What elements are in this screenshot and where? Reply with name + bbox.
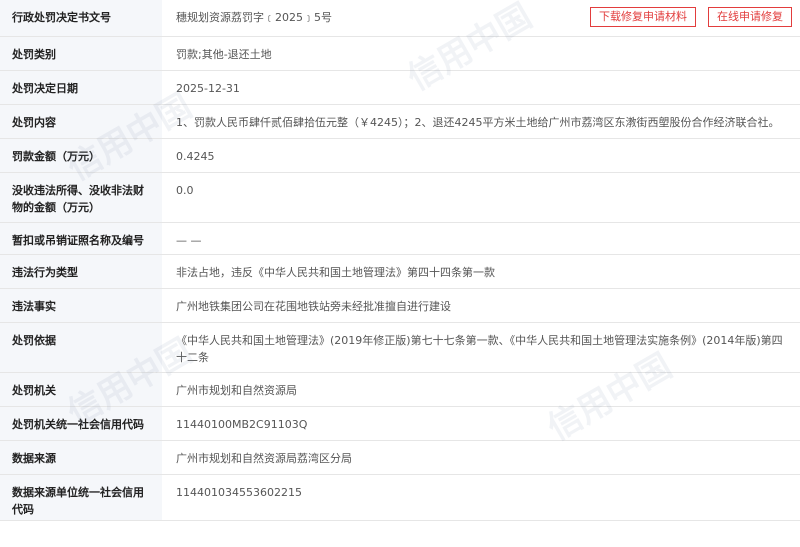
- label-data-source: 数据来源: [0, 440, 162, 475]
- row-data-source: 数据来源 广州市规划和自然资源局荔湾区分局: [0, 440, 800, 475]
- label-decision-date: 处罚决定日期: [0, 70, 162, 105]
- label-penalty-authority: 处罚机关: [0, 372, 162, 407]
- label-confiscation-amount: 没收违法所得、没收非法财物的金额（万元）: [0, 172, 162, 223]
- label-penalty-category: 处罚类别: [0, 36, 162, 71]
- value-license-revocation: — —: [162, 222, 800, 255]
- label-source-credit-code: 数据来源单位统一社会信用代码: [0, 474, 162, 521]
- label-penalty-content: 处罚内容: [0, 104, 162, 139]
- row-penalty-authority: 处罚机关 广州市规划和自然资源局: [0, 372, 800, 407]
- download-repair-materials-button[interactable]: 下载修复申请材料: [590, 7, 696, 27]
- value-data-source: 广州市规划和自然资源局荔湾区分局: [162, 440, 800, 475]
- row-authority-credit-code: 处罚机关统一社会信用代码 11440100MB2C91103Q: [0, 406, 800, 441]
- value-penalty-basis: 《中华人民共和国土地管理法》(2019年修正版)第七十七条第一款、《中华人民共和…: [162, 322, 800, 373]
- value-penalty-category: 罚款;其他-退还土地: [162, 36, 800, 71]
- label-authority-credit-code: 处罚机关统一社会信用代码: [0, 406, 162, 441]
- online-repair-button[interactable]: 在线申请修复: [708, 7, 792, 27]
- label-violation-type: 违法行为类型: [0, 254, 162, 289]
- value-violation-facts: 广州地铁集团公司在花围地铁站旁未经批准擅自进行建设: [162, 288, 800, 323]
- label-penalty-basis: 处罚依据: [0, 322, 162, 373]
- row-decision-number: 行政处罚决定书文号 穗规划资源荔罚字﹝2025﹞5号 下载修复申请材料 在线申请…: [0, 0, 800, 37]
- label-violation-facts: 违法事实: [0, 288, 162, 323]
- row-fine-amount: 罚款金额（万元） 0.4245: [0, 138, 800, 173]
- value-violation-type: 非法占地，违反《中华人民共和国土地管理法》第四十四条第一款: [162, 254, 800, 289]
- value-fine-amount: 0.4245: [162, 138, 800, 173]
- row-confiscation-amount: 没收违法所得、没收非法财物的金额（万元） 0.0: [0, 172, 800, 223]
- value-penalty-authority: 广州市规划和自然资源局: [162, 372, 800, 407]
- label-fine-amount: 罚款金额（万元）: [0, 138, 162, 173]
- row-penalty-basis: 处罚依据 《中华人民共和国土地管理法》(2019年修正版)第七十七条第一款、《中…: [0, 322, 800, 373]
- value-penalty-content: 1、罚款人民币肆仟贰佰肆拾伍元整（￥4245）；2、退还4245平方米土地给广州…: [162, 104, 800, 139]
- row-license-revocation: 暂扣或吊销证照名称及编号 — —: [0, 222, 800, 255]
- penalty-info-table: 行政处罚决定书文号 穗规划资源荔罚字﹝2025﹞5号 下载修复申请材料 在线申请…: [0, 0, 800, 521]
- row-violation-type: 违法行为类型 非法占地，违反《中华人民共和国土地管理法》第四十四条第一款: [0, 254, 800, 289]
- row-penalty-content: 处罚内容 1、罚款人民币肆仟贰佰肆拾伍元整（￥4245）；2、退还4245平方米…: [0, 104, 800, 139]
- value-confiscation-amount: 0.0: [162, 172, 800, 223]
- row-decision-date: 处罚决定日期 2025-12-31: [0, 70, 800, 105]
- label-license-revocation: 暂扣或吊销证照名称及编号: [0, 222, 162, 255]
- decision-number-text: 穗规划资源荔罚字﹝2025﹞5号: [176, 11, 332, 24]
- value-decision-number: 穗规划资源荔罚字﹝2025﹞5号 下载修复申请材料 在线申请修复: [162, 0, 800, 37]
- penalty-detail-page: 行政处罚决定书文号 穗规划资源荔罚字﹝2025﹞5号 下载修复申请材料 在线申请…: [0, 0, 800, 547]
- label-decision-number: 行政处罚决定书文号: [0, 0, 162, 37]
- value-authority-credit-code: 11440100MB2C91103Q: [162, 406, 800, 441]
- row-penalty-category: 处罚类别 罚款;其他-退还土地: [0, 36, 800, 71]
- row-source-credit-code: 数据来源单位统一社会信用代码 114401034553602215: [0, 474, 800, 521]
- row-violation-facts: 违法事实 广州地铁集团公司在花围地铁站旁未经批准擅自进行建设: [0, 288, 800, 323]
- value-source-credit-code: 114401034553602215: [162, 474, 800, 521]
- repair-buttons: 下载修复申请材料 在线申请修复: [590, 7, 792, 27]
- value-decision-date: 2025-12-31: [162, 70, 800, 105]
